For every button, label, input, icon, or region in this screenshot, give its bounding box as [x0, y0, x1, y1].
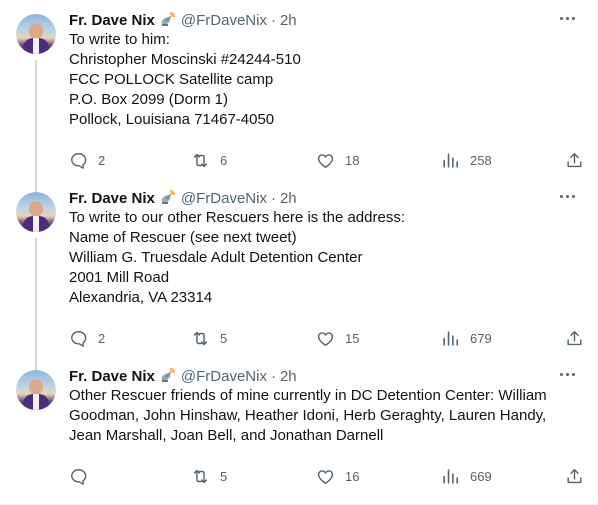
tweet-header: Fr. Dave Nix @FrDaveNix · 2h [69, 10, 589, 30]
tweet-header: Fr. Dave Nix @FrDaveNix · 2h [69, 366, 589, 386]
views-count: 679 [470, 330, 492, 346]
share-button[interactable] [565, 466, 584, 486]
repost-button[interactable]: 5 [191, 466, 227, 486]
avatar-face [29, 23, 43, 39]
views-button[interactable]: 679 [441, 328, 492, 348]
heart-icon [317, 469, 334, 484]
tweet-text-line: P.O. Box 2099 (Dorm 1) [69, 91, 228, 108]
tweet-text-line: Other Rescuer friends of mine currently … [69, 387, 547, 404]
more-options-icon[interactable] [557, 364, 577, 384]
avatar-stole [33, 394, 39, 410]
satellite-dish-icon [159, 367, 175, 384]
tweet-text-line: William G. Truesdale Adult Detention Cen… [69, 249, 363, 266]
tweet-text-line: Christopher Moscinski #24244-510 [69, 51, 301, 68]
tweet-text-line: To write to him: [69, 31, 170, 48]
satellite-dish-icon [159, 11, 175, 28]
repost-count: 5 [220, 330, 228, 346]
reply-button[interactable]: 2 [69, 328, 105, 348]
share-button[interactable] [565, 150, 584, 170]
thread-connector-line [35, 238, 37, 372]
avatar[interactable] [16, 14, 56, 54]
avatar-face [29, 379, 43, 395]
author-name[interactable]: Fr. Dave Nix [69, 12, 155, 29]
tweet[interactable]: Fr. Dave Nix @FrDaveNix · 2h Other Rescu… [0, 364, 598, 505]
share-button[interactable] [565, 328, 584, 348]
like-button[interactable]: 15 [316, 328, 359, 348]
tweet-text: Other Rescuer friends of mine currently … [69, 386, 589, 446]
views-button[interactable]: 258 [441, 150, 492, 170]
tweet-text: To write to him: Christopher Moscinski #… [69, 30, 589, 130]
tweet-content: Fr. Dave Nix @FrDaveNix · 2h To write to… [69, 188, 589, 347]
tweet-timestamp[interactable]: 2h [280, 12, 297, 29]
tweet-text-line: Name of Rescuer (see next tweet) [69, 229, 297, 246]
tweet-text-line: Alexandria, VA 23314 [69, 289, 213, 306]
more-options-icon[interactable] [557, 8, 577, 28]
repost-count: 6 [220, 152, 228, 168]
tweet-text-line: To write to our other Rescuers here is t… [69, 209, 405, 226]
views-chart-icon [443, 330, 459, 346]
author-name[interactable]: Fr. Dave Nix [69, 368, 155, 385]
author-handle[interactable]: @FrDaveNix [181, 12, 267, 29]
header-separator: · [270, 367, 276, 385]
tweet-actions: 2 6 18 258 [69, 150, 589, 170]
repost-count: 5 [220, 468, 228, 484]
repost-button[interactable]: 6 [191, 150, 227, 170]
tweet-text-line: Jean Marshall, Joan Bell, and Jonathan D… [69, 427, 384, 444]
tweet-text-line: FCC POLLOCK Satellite camp [69, 71, 274, 88]
header-separator: · [270, 189, 276, 207]
share-icon [567, 330, 582, 345]
avatar-stole [33, 38, 39, 54]
avatar[interactable] [16, 192, 56, 232]
avatar[interactable] [16, 370, 56, 410]
like-button[interactable]: 16 [316, 466, 359, 486]
avatar-stole [33, 216, 39, 232]
tweet-text-line: Goodman, John Hinshaw, Heather Idoni, He… [69, 407, 547, 424]
views-chart-icon [443, 152, 459, 168]
tweet[interactable]: Fr. Dave Nix @FrDaveNix · 2h To write to… [0, 186, 598, 372]
views-count: 258 [470, 152, 492, 168]
tweet[interactable]: Fr. Dave Nix @FrDaveNix · 2h To write to… [0, 8, 598, 194]
tweet-text: To write to our other Rescuers here is t… [69, 208, 589, 308]
reply-count: 2 [98, 330, 106, 346]
tweet-timestamp[interactable]: 2h [280, 368, 297, 385]
avatar-face [29, 201, 43, 217]
tweet-header: Fr. Dave Nix @FrDaveNix · 2h [69, 188, 589, 208]
author-name[interactable]: Fr. Dave Nix [69, 190, 155, 207]
more-options-icon[interactable] [557, 186, 577, 206]
tweet-actions: 5 16 669 [69, 466, 589, 486]
like-count: 16 [345, 468, 360, 484]
reply-count: 2 [98, 152, 106, 168]
reply-icon [71, 152, 87, 169]
reply-icon [71, 330, 87, 347]
heart-icon [317, 153, 334, 168]
share-icon [567, 468, 582, 483]
repost-icon [193, 331, 208, 345]
tweet-text-line: 2001 Mill Road [69, 269, 170, 286]
heart-icon [317, 331, 334, 346]
views-count: 669 [470, 468, 492, 484]
satellite-dish-icon [159, 189, 175, 206]
like-count: 18 [345, 152, 360, 168]
repost-button[interactable]: 5 [191, 328, 227, 348]
thread-connector-line [35, 60, 37, 194]
views-button[interactable]: 669 [441, 466, 492, 486]
tweet-text-line: Pollock, Louisiana 71467-4050 [69, 111, 275, 128]
reply-icon [71, 468, 87, 485]
author-handle[interactable]: @FrDaveNix [181, 368, 267, 385]
header-separator: · [270, 11, 276, 29]
like-button[interactable]: 18 [316, 150, 359, 170]
tweet-content: Fr. Dave Nix @FrDaveNix · 2h To write to… [69, 10, 589, 169]
author-handle[interactable]: @FrDaveNix [181, 190, 267, 207]
tweet-actions: 2 5 15 679 [69, 328, 589, 348]
share-icon [567, 152, 582, 167]
reply-button[interactable] [69, 466, 98, 486]
thread-timeline: Fr. Dave Nix @FrDaveNix · 2h To write to… [0, 0, 598, 505]
tweet-timestamp[interactable]: 2h [280, 190, 297, 207]
tweet-content: Fr. Dave Nix @FrDaveNix · 2h Other Rescu… [69, 366, 589, 485]
repost-icon [193, 153, 208, 167]
reply-button[interactable]: 2 [69, 150, 105, 170]
like-count: 15 [345, 330, 360, 346]
views-chart-icon [443, 468, 459, 484]
repost-icon [193, 469, 208, 483]
